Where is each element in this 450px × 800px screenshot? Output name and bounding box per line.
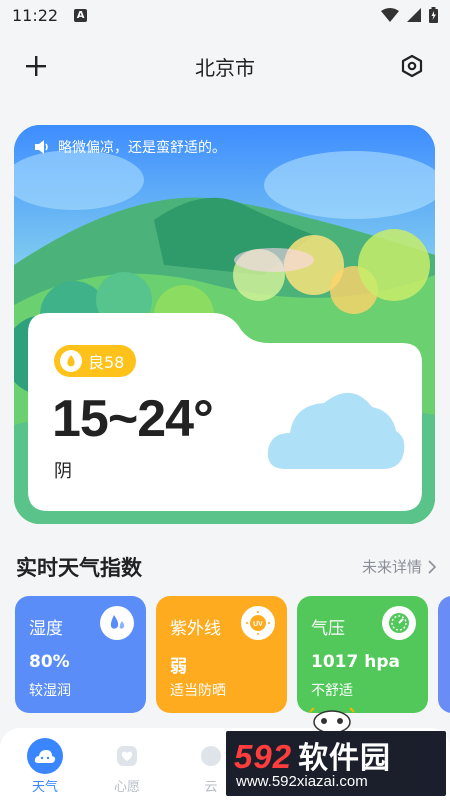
svg-text:UV: UV — [253, 621, 263, 628]
card-name: 气压 — [311, 619, 345, 639]
app-header: 北京市 — [0, 40, 450, 92]
weather-tip[interactable]: 略微偏凉，还是蛮舒适的。 — [34, 137, 226, 157]
wish-heart-icon — [109, 738, 145, 774]
humidity-card[interactable]: 湿度 80% 较湿润 — [15, 596, 146, 713]
future-details-label: 未来详情 — [361, 558, 422, 576]
index-card-partial[interactable] — [438, 596, 450, 713]
nav-label: 天气 — [31, 780, 58, 795]
notification-a-icon: A — [74, 8, 88, 22]
nav-tab-wish[interactable]: 心愿 — [92, 734, 162, 795]
card-value: 弱 — [170, 657, 187, 677]
uv-card[interactable]: 紫外线 UV 弱 适当防晒 — [156, 596, 287, 713]
card-desc: 适当防晒 — [170, 683, 226, 699]
weather-condition: 阴 — [54, 461, 72, 482]
weather-tip-text: 略微偏凉，还是蛮舒适的。 — [58, 140, 226, 156]
site-watermark: 592 软件园 www.592xiazai.com — [226, 731, 446, 796]
watermark-url: www.592xiazai.com — [236, 773, 368, 790]
watermark-name: 软件园 — [298, 741, 392, 776]
battery-icon — [429, 7, 438, 23]
hexagon-settings-icon — [401, 54, 423, 78]
pressure-card[interactable]: 气压 1017 hpa 不舒适 — [297, 596, 428, 713]
future-details-link[interactable]: 未来详情 — [362, 556, 436, 577]
leaf-drop-icon — [60, 350, 82, 372]
card-desc: 较湿润 — [29, 683, 71, 699]
speaker-icon — [35, 140, 48, 154]
temperature-range: 15~24° — [52, 390, 214, 448]
cloud-icon — [267, 392, 405, 469]
status-time: 11:22 — [12, 5, 59, 25]
city-title[interactable]: 北京市 — [0, 52, 450, 81]
cell-signal-icon — [407, 8, 421, 22]
section-title: 实时天气指数 — [16, 556, 142, 580]
card-name: 湿度 — [29, 619, 63, 639]
card-value: 1017 hpa — [311, 652, 400, 672]
watermark-logo: 592 软件园 — [234, 733, 391, 777]
water-drops-icon — [100, 606, 134, 640]
card-name: 紫外线 — [170, 619, 221, 639]
today-weather-card[interactable]: 良58 15~24° 阴 — [28, 313, 422, 511]
weather-index-header: 实时天气指数 未来详情 — [16, 548, 436, 582]
card-desc: 不舒适 — [311, 683, 353, 699]
aqi-badge[interactable]: 良58 — [54, 345, 137, 377]
card-value: 80% — [29, 652, 70, 672]
settings-button[interactable] — [396, 50, 428, 82]
weather-cloud-icon — [27, 738, 63, 774]
weather-index-cards: 湿度 80% 较湿润 紫外线 UV 弱 适当防晒 气压 1017 hpa 不舒适 — [15, 596, 450, 714]
aqi-value: 良58 — [88, 353, 125, 372]
cloud-tab-icon — [193, 738, 229, 774]
gauge-icon — [382, 606, 416, 640]
nav-tab-weather[interactable]: 天气 — [10, 734, 80, 795]
wifi-icon — [381, 8, 399, 22]
nav-label: 心愿 — [113, 780, 140, 795]
watermark-number: 592 — [234, 738, 293, 775]
uv-sun-icon: UV — [241, 606, 275, 640]
status-bar: 11:22 A — [0, 0, 450, 30]
chevron-right-icon — [428, 559, 436, 574]
